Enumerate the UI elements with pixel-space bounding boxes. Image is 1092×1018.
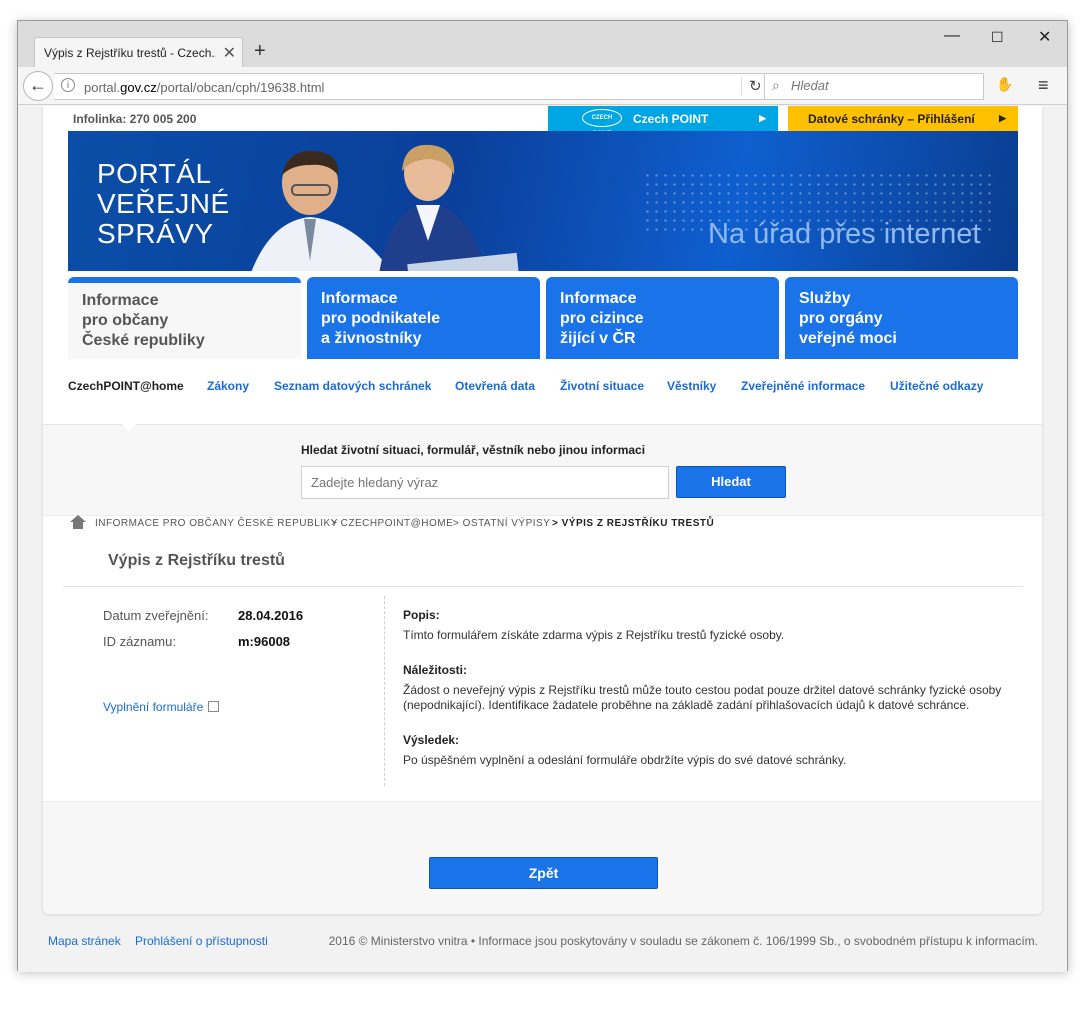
play-arrow-icon: ▶	[759, 113, 766, 123]
date-label: Datum zveřejnění:	[103, 608, 209, 623]
vysledek-heading: Výsledek:	[403, 733, 460, 747]
reload-icon[interactable]: ↻	[741, 77, 762, 95]
subnav-seznam-datovych-schranek[interactable]: Seznam datových schránek	[274, 379, 431, 393]
subnav-vestniky[interactable]: Věstníky	[667, 379, 716, 393]
info-icon[interactable]: i	[61, 78, 75, 92]
breadcrumb-item[interactable]: > Ostatní výpisy	[453, 518, 550, 529]
vertical-divider	[384, 596, 385, 786]
subnav-pointer	[121, 423, 137, 431]
minimize-icon[interactable]: —	[944, 27, 960, 45]
window-close-icon[interactable]: ✕	[1038, 27, 1051, 47]
main-tabs: Informace pro občany České republiky Infor…	[68, 277, 1018, 359]
portal-banner: PORTÁL VEŘEJNÉ SPRÁVY Na úřad přes inter…	[68, 131, 1018, 271]
id-value: m:96008	[238, 634, 291, 649]
browser-tab[interactable]: Výpis z Rejstříku trestů - Czech... ✕	[34, 37, 243, 67]
hamburger-menu-icon[interactable]: ≡	[1038, 75, 1049, 96]
browser-search-box[interactable]: ⌕	[764, 73, 984, 100]
subnav-czechpoint-home[interactable]: CzechPOINT@home	[68, 379, 184, 393]
vysledek-block: Výsledek: Po úspěšném vyplnění a odeslán…	[403, 733, 1023, 768]
subnav-uzitecne-odkazy[interactable]: Užitečné odkazy	[890, 379, 983, 393]
form-link[interactable]: Vyplnění formuláře	[103, 700, 220, 714]
date-value: 28.04.2016	[238, 608, 304, 623]
czech-point-label: Czech POINT	[633, 112, 709, 126]
nalezitosti-text: Žádost o neveřejný výpis z Rejstříku tre…	[403, 683, 1002, 712]
popis-heading: Popis:	[403, 608, 440, 622]
popis-text: Tímto formulářem získáte zdarma výpis z …	[403, 628, 785, 642]
nalezitosti-heading: Náležitosti:	[403, 663, 468, 677]
datove-schranky-link[interactable]: Datové schránky – Přihlášení ▶	[788, 106, 1018, 131]
browser-search-input[interactable]	[791, 78, 971, 93]
portal-title[interactable]: PORTÁL VEŘEJNÉ SPRÁVY	[97, 159, 230, 249]
sitemap-link[interactable]: Mapa stránek	[48, 934, 121, 948]
tab-obcane[interactable]: Informace pro občany České republiky	[68, 277, 301, 359]
subnav-otevrena-data[interactable]: Otevřená data	[455, 379, 535, 393]
subnav-zverejnene-informace[interactable]: Zveřejněné informace	[741, 379, 865, 393]
accessibility-link[interactable]: Prohlášení o přístupnosti	[135, 934, 268, 948]
title-bar: Výpis z Rejstříku trestů - Czech... ✕ + …	[18, 21, 1067, 67]
copyright-text: 2016 © Ministerstvo vnitra • Informace j…	[328, 934, 1038, 948]
subnav-zivotni-situace[interactable]: Životní situace	[560, 379, 644, 393]
breadcrumb-item[interactable]: Informace pro občany České republiky	[95, 518, 338, 529]
popis-block: Popis: Tímto formulářem získáte zdarma v…	[403, 608, 1023, 643]
breadcrumb-item[interactable]: > CzechPOINT@home	[331, 518, 453, 529]
search-icon: ⌕	[772, 77, 780, 93]
home-icon[interactable]	[70, 515, 86, 529]
vysledek-text: Po úspěšném vyplnění a odeslání formulář…	[403, 753, 847, 767]
breadcrumb-current: > Výpis z Rejstříku trestů	[552, 518, 715, 529]
search-label: Hledat životní situaci, formulář, věstní…	[301, 443, 646, 457]
tab-sluzby-ovm[interactable]: Služby pro orgány veřejné moci	[785, 277, 1018, 359]
czech-point-logo: CZECH POINT	[582, 109, 622, 137]
nalezitosti-block: Náležitosti: Žádost o neveřejný výpis z …	[403, 663, 1023, 713]
maximize-icon[interactable]: ☐	[991, 29, 1004, 46]
back-arrow-icon[interactable]: ←	[23, 71, 53, 101]
url-text[interactable]: portal.gov.cz/portal/obcan/cph/19638.htm…	[84, 80, 324, 95]
address-bar[interactable]: i portal.gov.cz/portal/obcan/cph/19638.h…	[54, 73, 768, 100]
infolinka-text: Infolinka: 270 005 200	[73, 112, 197, 126]
page-title: Výpis z Rejstříku trestů	[108, 552, 285, 569]
navigation-bar: ← i portal.gov.cz/portal/obcan/cph/19638…	[18, 67, 1067, 105]
subnav-zakony[interactable]: Zákony	[207, 379, 249, 393]
woman-photo	[379, 144, 519, 271]
page-viewport: Infolinka: 270 005 200 CZECH POINT Czech…	[18, 106, 1067, 972]
divider	[63, 586, 1023, 587]
play-arrow-icon: ▶	[999, 113, 1006, 123]
banner-slogan: Na úřad přes internet	[708, 218, 981, 250]
czech-point-link[interactable]: CZECH POINT Czech POINT ▶	[548, 106, 778, 137]
tab-cizinci[interactable]: Informace pro cizince žijící v ČR	[546, 277, 779, 359]
tab-podnikatele[interactable]: Informace pro podnikatele a živnostníky	[307, 277, 540, 359]
tab-title: Výpis z Rejstříku trestů - Czech...	[44, 46, 216, 60]
back-button[interactable]: Zpět	[429, 857, 658, 889]
search-section: Hledat životní situaci, formulář, věstní…	[43, 424, 1042, 516]
sub-navigation: CzechPOINT@home Zákony Seznam datových s…	[68, 379, 1018, 399]
search-button[interactable]: Hledat	[676, 466, 786, 498]
top-strip: Infolinka: 270 005 200 CZECH POINT Czech…	[43, 106, 1018, 137]
extension-icon[interactable]: ✋	[996, 76, 1013, 93]
search-input[interactable]	[301, 466, 669, 499]
datove-schranky-label: Datové schránky – Přihlášení	[808, 112, 975, 126]
new-tab-icon[interactable]: +	[254, 40, 266, 63]
external-link-icon	[208, 701, 220, 712]
id-label: ID záznamu:	[103, 634, 176, 649]
close-tab-icon[interactable]: ✕	[223, 43, 236, 63]
bottom-section: Zpět	[43, 801, 1042, 914]
browser-window: Výpis z Rejstříku trestů - Czech... ✕ + …	[17, 20, 1068, 972]
